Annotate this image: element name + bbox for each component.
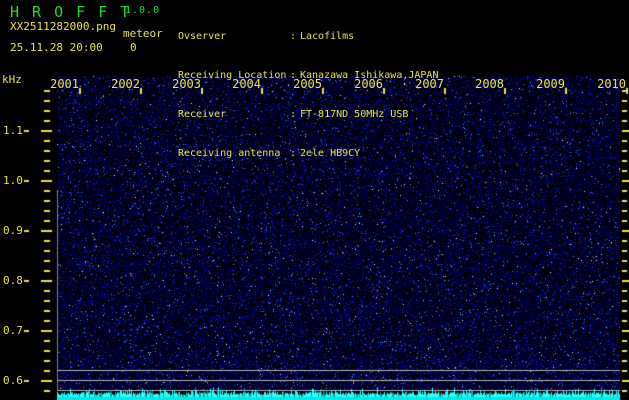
info-label: Receiver: [178, 109, 227, 120]
y-tick-label-0.6: 0.6: [3, 374, 23, 387]
app-title: H R O F F T: [10, 3, 132, 21]
y-tick-label-1.0: 1.0: [3, 174, 23, 187]
info-row-receiver: Receiver: FT-817ND 50MHz USB: [178, 108, 438, 121]
observation-mode: meteor: [123, 27, 163, 40]
info-value: Lacofilms: [300, 31, 355, 42]
y-tick-label-0.8: 0.8: [3, 274, 23, 287]
info-label: Ovserver: [178, 31, 227, 42]
info-value: 2ele HB9CY: [300, 148, 361, 159]
station-info: Ovserver: Lacofilms Receiving Location: Ka…: [178, 4, 438, 186]
info-value: FT-817ND 50MHz USB: [300, 109, 409, 120]
observation-timestamp: 25.11.28 20:00: [10, 41, 103, 54]
x-tick-label-2004: 2004: [232, 77, 261, 91]
echo-count: 0: [130, 41, 137, 54]
info-row-observer: Ovserver: Lacofilms: [178, 30, 438, 43]
info-row-antenna: Receiving antennaReceiving antenna:2ele …: [178, 147, 438, 160]
info-separator: :: [290, 109, 297, 120]
y-tick-label-0.7: 0.7: [3, 324, 23, 337]
info-separator: :: [290, 31, 297, 42]
x-tick-label-2006: 2006: [354, 77, 383, 91]
output-filename: XX2511282000.png: [10, 20, 116, 33]
x-tick-label-2005: 2005: [293, 77, 322, 91]
info-separator: :: [290, 148, 297, 159]
hrofft-window: H R O F F T 1.0.0 XX2511282000.png meteo…: [0, 0, 629, 400]
x-tick-label-2009: 2009: [536, 77, 565, 91]
x-tick-label-2003: 2003: [172, 77, 201, 91]
x-tick-label-2010: 2010: [597, 77, 626, 91]
x-tick-label-2002: 2002: [111, 77, 140, 91]
x-tick-label-2008: 2008: [475, 77, 504, 91]
x-tick-label-2001: 2001: [50, 77, 79, 91]
y-tick-label-1.1: 1.1: [3, 124, 23, 137]
y-axis-unit-label: kHz: [2, 73, 22, 86]
y-tick-label-0.9: 0.9: [3, 224, 23, 237]
app-version: 1.0.0: [125, 5, 161, 16]
info-label: Receiving antenna: [178, 148, 281, 159]
x-tick-label-2007: 2007: [415, 77, 444, 91]
